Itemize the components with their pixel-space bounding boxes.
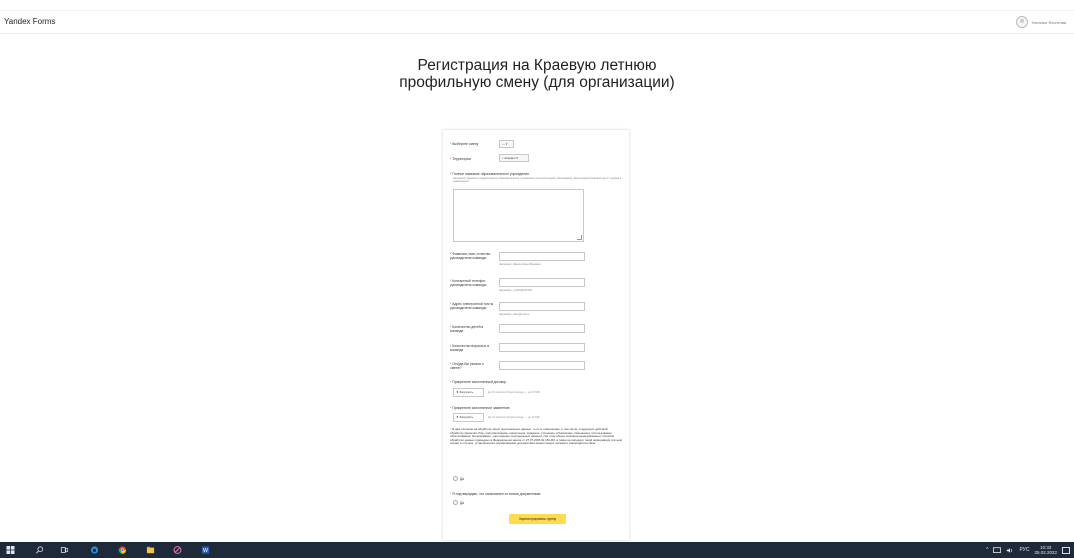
search-icon[interactable]: [35, 546, 44, 554]
consent-text: Я даю согласие на обработку своих персон…: [450, 427, 622, 446]
leader-name-label: Фамилия, имя, отчество руководителя кома…: [450, 252, 494, 260]
leader-name-input[interactable]: [499, 252, 585, 261]
adults-input[interactable]: [499, 343, 585, 352]
statement-upload-button[interactable]: ⬆ Загрузить: [453, 413, 484, 422]
file-explorer-icon[interactable]: [146, 546, 155, 554]
user-menu[interactable]: Наталья Яхонтова: [1015, 16, 1066, 28]
statement-upload-hint: До 10 файлов (общий размер — до 20 МБ): [488, 416, 540, 419]
page-title: Регистрация на Краевую летнюю профильную…: [399, 57, 675, 91]
consent-yes-label: Да: [460, 476, 464, 481]
clock-date: 25.02.2022: [1034, 550, 1057, 555]
children-label: Количество детей в команде: [450, 325, 494, 333]
contract-upload-button[interactable]: ⬆ Загрузить: [453, 388, 484, 397]
statement-label: Прикрепите заполненное заявление: [450, 406, 509, 410]
chevron-up-icon[interactable]: ^: [986, 547, 988, 553]
org-hint: Например: Краевое государственное образо…: [453, 177, 622, 183]
phone-label: Контактный телефон руководителя команды: [450, 279, 494, 287]
phone-hint: Например: +7(391)2234756: [499, 289, 532, 292]
leader-name-hint: Например: Иванов Иван Иванович: [499, 263, 541, 266]
language-indicator[interactable]: РУС: [1019, 547, 1029, 553]
org-textarea[interactable]: [453, 189, 584, 242]
upload-button-label: Загрузить: [459, 390, 474, 394]
user-name: Наталья Яхонтова: [1031, 19, 1066, 25]
upload-icon: ⬆: [456, 390, 459, 394]
confirm-yes-radio[interactable]: Да: [453, 500, 464, 505]
upload-icon: ⬆: [456, 415, 459, 419]
phone-input[interactable]: [499, 278, 585, 287]
system-tray: ^ РУС 10:33 25.02.2022: [986, 542, 1074, 558]
notifications-icon[interactable]: [1062, 546, 1070, 554]
contract-label: Прикрепите заполненный договор: [450, 380, 506, 384]
org-label: Полное название образовательного учрежде…: [450, 172, 620, 176]
word-icon[interactable]: W: [201, 546, 210, 554]
network-icon[interactable]: [993, 546, 1002, 554]
consent-yes-radio[interactable]: Да: [453, 476, 464, 481]
source-input[interactable]: [499, 361, 585, 370]
windows-taskbar: W ^ РУС 10:33 25.02.2022: [0, 542, 1074, 558]
territory-label: Территория: [450, 157, 470, 161]
svg-text:W: W: [203, 548, 208, 554]
clock[interactable]: 10:33 25.02.2022: [1034, 545, 1057, 555]
shift-label: Выберите смену: [450, 142, 478, 146]
registration-form: Выберите смену — ▾ Территория г. Агаракл…: [443, 130, 629, 540]
confirm-label: Я подтверждаю, что ознакомлен со всеми д…: [450, 492, 540, 496]
edge-icon[interactable]: [90, 546, 99, 554]
email-label: Адрес электронной почты руководителя ком…: [450, 302, 494, 310]
source-label: Откуда Вы узнали о смене?: [450, 362, 494, 370]
email-hint: Например: index@mail.ru: [499, 313, 530, 316]
app-icon[interactable]: [173, 546, 182, 554]
radio-circle[interactable]: [453, 500, 458, 505]
avatar[interactable]: [1015, 16, 1028, 28]
task-view-icon[interactable]: [60, 546, 69, 554]
volume-icon[interactable]: [1006, 547, 1014, 554]
upload-button-label: Загрузить: [459, 415, 474, 419]
shift-select[interactable]: — ▾: [499, 140, 514, 148]
radio-circle[interactable]: [453, 476, 458, 481]
confirm-yes-label: Да: [460, 500, 464, 505]
chrome-icon[interactable]: [118, 546, 127, 554]
children-input[interactable]: [499, 324, 585, 333]
contract-upload-hint: До 10 файлов (общий размер — до 20 МБ): [488, 391, 540, 394]
territory-select[interactable]: г. Агаракл ▾: [499, 154, 529, 162]
submit-button[interactable]: Зарегистрировать группу: [509, 514, 566, 524]
windows-start-icon[interactable]: [6, 546, 15, 554]
adults-label: Количество взрослых в команде: [450, 344, 494, 352]
email-input[interactable]: [499, 302, 585, 311]
yandex-forms-logo[interactable]: Yandex Forms: [4, 17, 55, 26]
top-bar: Yandex Forms Наталья Яхонтова: [0, 10, 1074, 34]
